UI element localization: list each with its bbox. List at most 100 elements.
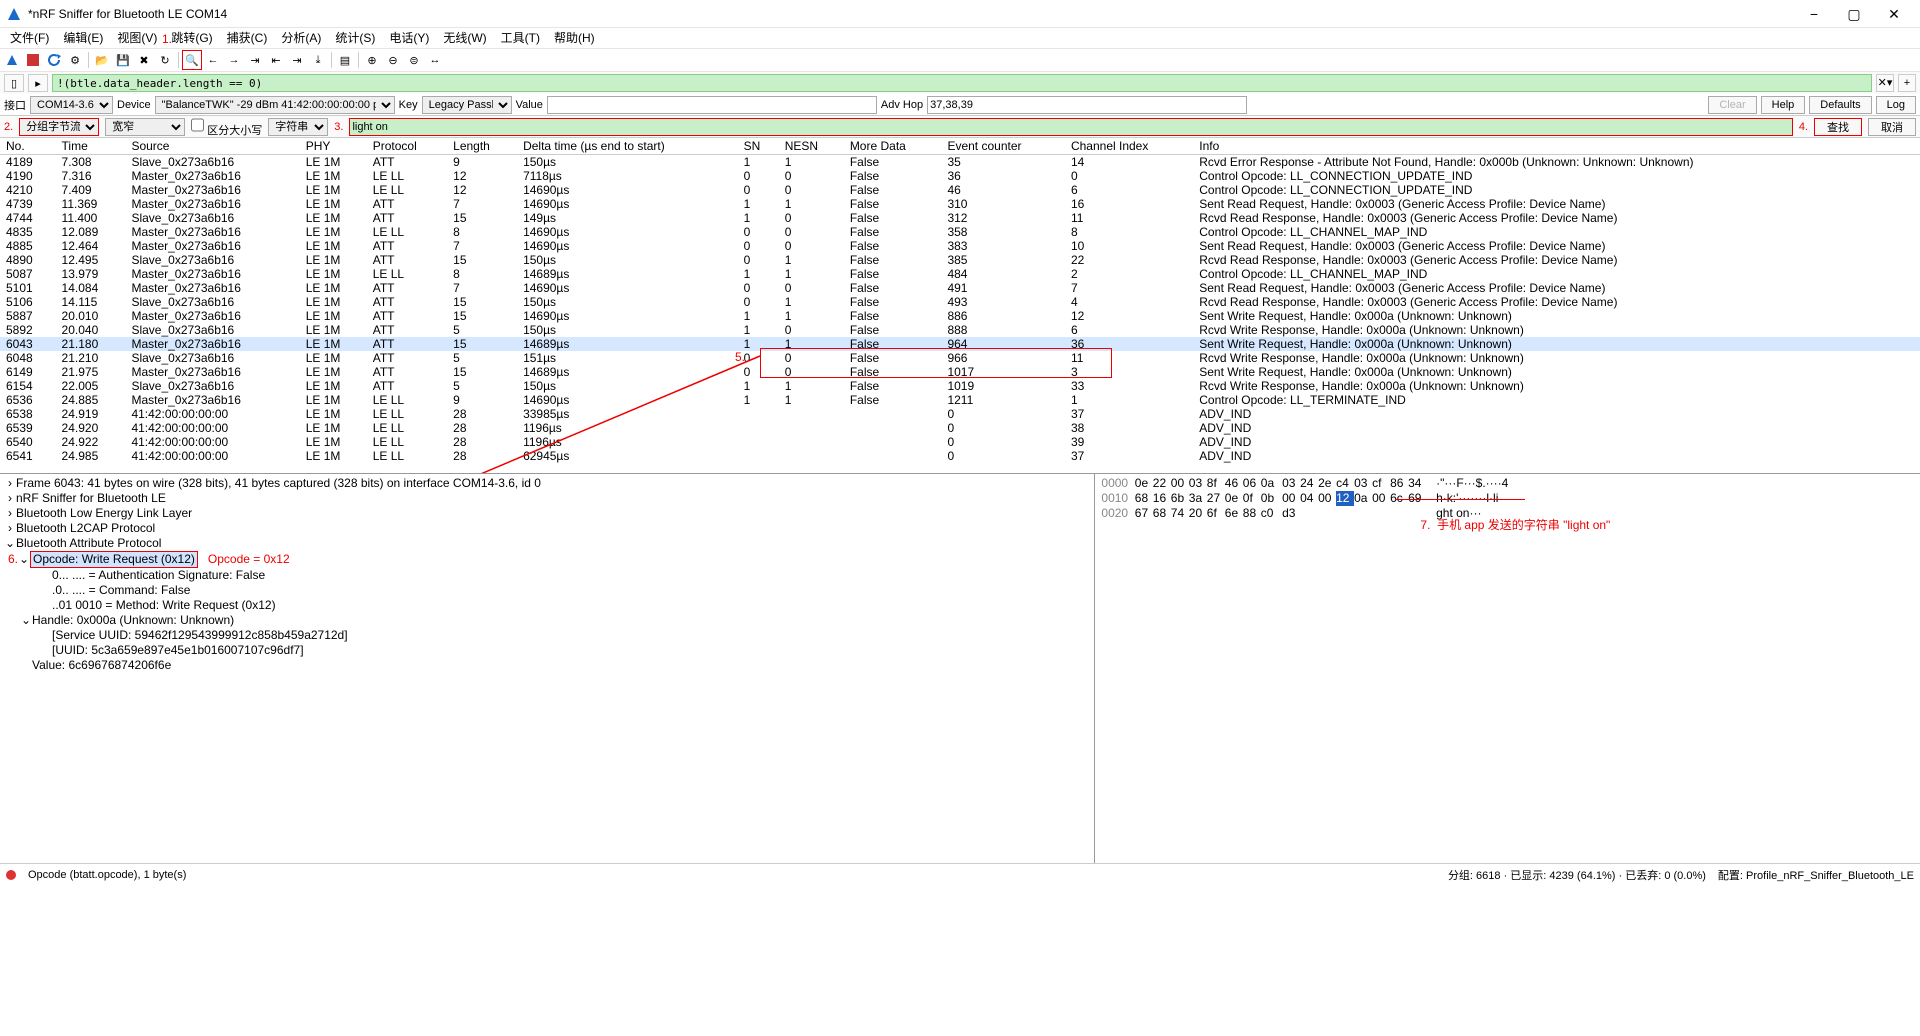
help-button[interactable]: Help bbox=[1761, 96, 1806, 114]
auto-scroll-icon[interactable]: ⤓ bbox=[308, 50, 328, 70]
packet-row[interactable]: 614921.975Master_0x273a6b16LE 1MATT15146… bbox=[0, 365, 1920, 379]
clear-button[interactable]: Clear bbox=[1708, 96, 1756, 114]
add-filter-button[interactable]: + bbox=[1898, 74, 1916, 92]
packet-row[interactable]: 508713.979Master_0x273a6b16LE 1MLE LL814… bbox=[0, 267, 1920, 281]
column-header[interactable]: Protocol bbox=[367, 138, 447, 155]
menu-item[interactable]: 视图(V) bbox=[113, 28, 161, 48]
zoom-out-icon[interactable]: ⊖ bbox=[383, 50, 403, 70]
packet-row[interactable]: 604821.210Slave_0x273a6b16LE 1MATT5151µs… bbox=[0, 351, 1920, 365]
device-select[interactable]: "BalanceTWK" -29 dBm 41:42:00:00:00:00 p… bbox=[155, 96, 395, 114]
packet-row[interactable]: 653824.91941:42:00:00:00:00LE 1MLE LL283… bbox=[0, 407, 1920, 421]
menu-item[interactable]: 帮助(H) bbox=[550, 28, 599, 48]
filter-dropdown-icon[interactable]: ▸ bbox=[28, 74, 48, 92]
packet-row[interactable]: 654024.92241:42:00:00:00:00LE 1MLE LL281… bbox=[0, 435, 1920, 449]
iface-select[interactable]: COM14-3.6 bbox=[30, 96, 113, 114]
defaults-button[interactable]: Defaults bbox=[1809, 96, 1871, 114]
packet-row[interactable]: 473911.369Master_0x273a6b16LE 1MATT71469… bbox=[0, 197, 1920, 211]
packet-row[interactable]: 474411.400Slave_0x273a6b16LE 1MATT15149µ… bbox=[0, 211, 1920, 225]
packet-row[interactable]: 589220.040Slave_0x273a6b16LE 1MATT5150µs… bbox=[0, 323, 1920, 337]
column-header[interactable]: No. bbox=[0, 138, 56, 155]
stop-capture-icon[interactable] bbox=[23, 50, 43, 70]
log-button[interactable]: Log bbox=[1876, 96, 1916, 114]
expand-icon[interactable]: › bbox=[4, 521, 16, 536]
status-profile[interactable]: 配置: Profile_nRF_Sniffer_Bluetooth_LE bbox=[1718, 867, 1914, 883]
expand-icon[interactable]: › bbox=[4, 476, 16, 491]
hex-dump-pane[interactable]: 7. 手机 app 发送的字符串 "light on" 0000 0e22000… bbox=[1094, 474, 1920, 863]
expand-icon[interactable]: › bbox=[4, 491, 16, 506]
minimize-button[interactable]: − bbox=[1794, 2, 1834, 26]
value-input[interactable] bbox=[547, 96, 877, 114]
save-icon[interactable]: 💾 bbox=[113, 50, 133, 70]
packet-row[interactable]: 41897.308Slave_0x273a6b16LE 1MATT9150µs1… bbox=[0, 155, 1920, 170]
packet-row[interactable]: 510614.115Slave_0x273a6b16LE 1MATT15150µ… bbox=[0, 295, 1920, 309]
packet-row[interactable]: 653624.885Master_0x273a6b16LE 1MLE LL914… bbox=[0, 393, 1920, 407]
case-checkbox-label[interactable]: 区分大小写 bbox=[191, 116, 262, 138]
open-icon[interactable]: 📂 bbox=[92, 50, 112, 70]
menu-item[interactable]: 工具(T) bbox=[497, 28, 544, 48]
column-header[interactable]: Time bbox=[56, 138, 126, 155]
column-header[interactable]: PHY bbox=[300, 138, 367, 155]
column-header[interactable]: Event counter bbox=[941, 138, 1065, 155]
collapse-icon[interactable]: ⌄ bbox=[20, 613, 32, 628]
column-header[interactable]: NESN bbox=[779, 138, 844, 155]
packet-row[interactable]: 483512.089Master_0x273a6b16LE 1MLE LL814… bbox=[0, 225, 1920, 239]
colorize-icon[interactable]: ▤ bbox=[335, 50, 355, 70]
packet-row[interactable]: 42107.409Master_0x273a6b16LE 1MLE LL1214… bbox=[0, 183, 1920, 197]
find-scope-select[interactable]: 宽窄 bbox=[105, 118, 185, 136]
last-icon[interactable]: ⇥ bbox=[287, 50, 307, 70]
menu-item[interactable]: 统计(S) bbox=[331, 28, 379, 48]
menu-item[interactable]: 跳转(G) bbox=[167, 28, 216, 48]
column-header[interactable]: More Data bbox=[844, 138, 942, 155]
column-header[interactable]: Source bbox=[125, 138, 299, 155]
start-capture-icon[interactable] bbox=[2, 50, 22, 70]
find-icon[interactable]: 🔍 bbox=[182, 50, 202, 70]
find-stream-select[interactable]: 分组字节流 bbox=[19, 118, 99, 136]
expand-icon[interactable]: › bbox=[4, 506, 16, 521]
next-icon[interactable]: → bbox=[224, 50, 244, 70]
packet-row[interactable]: 41907.316Master_0x273a6b16LE 1MLE LL1271… bbox=[0, 169, 1920, 183]
close-file-icon[interactable]: ✖ bbox=[134, 50, 154, 70]
zoom-in-icon[interactable]: ⊕ bbox=[362, 50, 382, 70]
menu-item[interactable]: 文件(F) bbox=[6, 28, 53, 48]
maximize-button[interactable]: ▢ bbox=[1834, 2, 1874, 26]
collapse-icon[interactable]: ⌄ bbox=[4, 536, 16, 551]
menu-item[interactable]: 编辑(E) bbox=[59, 28, 107, 48]
zoom-reset-icon[interactable]: ⊜ bbox=[404, 50, 424, 70]
prev-icon[interactable]: ← bbox=[203, 50, 223, 70]
find-input[interactable] bbox=[349, 118, 1792, 136]
advhop-input[interactable] bbox=[927, 96, 1247, 114]
bookmark-icon[interactable]: ▯ bbox=[4, 74, 24, 92]
collapse-icon[interactable]: ⌄ bbox=[18, 552, 30, 567]
find-type-select[interactable]: 字符串 bbox=[268, 118, 328, 136]
case-checkbox[interactable] bbox=[191, 116, 204, 134]
packet-details-tree[interactable]: ›Frame 6043: 41 bytes on wire (328 bits)… bbox=[0, 474, 1094, 863]
goto-icon[interactable]: ⇥ bbox=[245, 50, 265, 70]
cancel-button[interactable]: 取消 bbox=[1868, 118, 1916, 136]
options-icon[interactable]: ⚙ bbox=[65, 50, 85, 70]
find-button[interactable]: 查找 bbox=[1814, 118, 1862, 136]
first-icon[interactable]: ⇤ bbox=[266, 50, 286, 70]
packet-row[interactable]: 488512.464Master_0x273a6b16LE 1MATT71469… bbox=[0, 239, 1920, 253]
resize-cols-icon[interactable]: ↔ bbox=[425, 50, 445, 70]
column-header[interactable]: Channel Index bbox=[1065, 138, 1193, 155]
menu-item[interactable]: 电话(Y) bbox=[385, 28, 433, 48]
reload-icon[interactable]: ↻ bbox=[155, 50, 175, 70]
packet-list[interactable]: No.TimeSourcePHYProtocolLengthDelta time… bbox=[0, 138, 1920, 473]
clear-filter-button[interactable]: ✕▾ bbox=[1876, 74, 1894, 92]
menu-item[interactable]: 无线(W) bbox=[439, 28, 490, 48]
close-button[interactable]: ✕ bbox=[1874, 2, 1914, 26]
packet-row[interactable]: 653924.92041:42:00:00:00:00LE 1MLE LL281… bbox=[0, 421, 1920, 435]
column-header[interactable]: Info bbox=[1193, 138, 1920, 155]
column-header[interactable]: SN bbox=[738, 138, 779, 155]
column-header[interactable]: Delta time (µs end to start) bbox=[517, 138, 738, 155]
packet-row[interactable]: 654124.98541:42:00:00:00:00LE 1MLE LL286… bbox=[0, 449, 1920, 463]
key-select[interactable]: Legacy Passkey bbox=[422, 96, 512, 114]
packet-row[interactable]: 588720.010Master_0x273a6b16LE 1MATT15146… bbox=[0, 309, 1920, 323]
menu-item[interactable]: 捕获(C) bbox=[223, 28, 272, 48]
restart-capture-icon[interactable] bbox=[44, 50, 64, 70]
packet-row[interactable]: 489012.495Slave_0x273a6b16LE 1MATT15150µ… bbox=[0, 253, 1920, 267]
opcode-node[interactable]: Opcode: Write Request (0x12) bbox=[30, 551, 198, 568]
menu-item[interactable]: 分析(A) bbox=[277, 28, 325, 48]
display-filter-input[interactable] bbox=[52, 74, 1872, 92]
expert-info-icon[interactable] bbox=[6, 870, 16, 880]
